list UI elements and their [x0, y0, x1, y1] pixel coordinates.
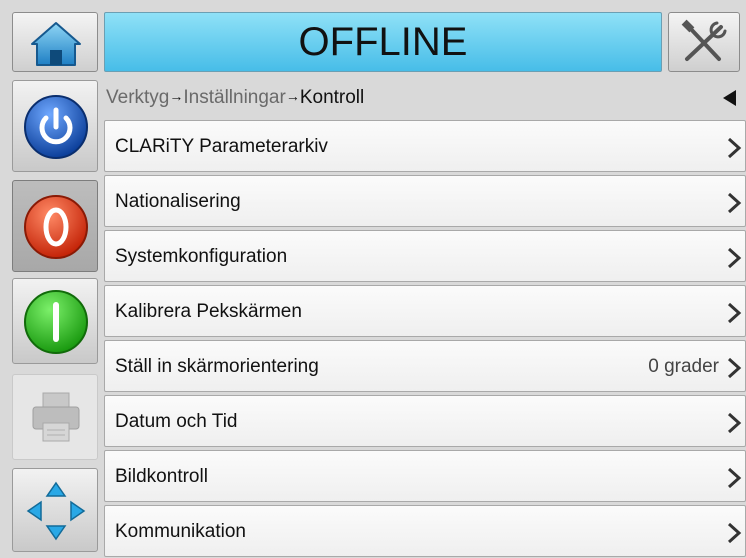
- status-display: OFFLINE: [104, 12, 662, 72]
- menu-item-clarity-parameterarkiv[interactable]: CLARiTY Parameterarkiv: [104, 120, 746, 172]
- breadcrumb: Verktyg→Inställningar→Kontroll: [102, 76, 746, 120]
- menu-item-nationalisering[interactable]: Nationalisering: [104, 175, 746, 227]
- start-icon: [24, 290, 88, 354]
- menu-item-datum-och-tid[interactable]: Datum och Tid: [104, 395, 746, 447]
- menu-item-label: CLARiTY Parameterarkiv: [115, 136, 328, 157]
- menu-item-label: Systemkonfiguration: [115, 246, 288, 267]
- menu-item-kalibrera-pekskarmen[interactable]: Kalibrera Pekskärmen: [104, 285, 746, 337]
- navigation-arrows-icon: [26, 481, 86, 541]
- chevron-right-icon: [727, 302, 742, 324]
- menu-item-systemkonfiguration[interactable]: Systemkonfiguration: [104, 230, 746, 282]
- breadcrumb-item-kontroll: Kontroll: [299, 87, 365, 108]
- back-triangle-icon[interactable]: [720, 88, 740, 108]
- tools-icon: [681, 19, 727, 61]
- menu-item-label: Datum och Tid: [115, 411, 238, 432]
- tools-button[interactable]: [668, 12, 740, 72]
- menu-item-label: Ställ in skärmorientering: [115, 356, 319, 377]
- chevron-right-icon: [727, 522, 742, 544]
- breadcrumb-separator: →: [169, 88, 184, 104]
- printer-icon: [32, 392, 80, 442]
- print-button: [12, 374, 98, 460]
- start-button[interactable]: [12, 278, 98, 364]
- chevron-right-icon: [727, 192, 742, 214]
- menu-item-skarmorientering[interactable]: Ställ in skärmorientering 0 grader: [104, 340, 746, 392]
- breadcrumb-separator: →: [285, 88, 300, 104]
- status-text: OFFLINE: [298, 20, 468, 64]
- chevron-right-icon: [727, 412, 742, 434]
- menu-item-label: Nationalisering: [115, 191, 241, 212]
- chevron-right-icon: [727, 467, 742, 489]
- chevron-right-icon: [727, 357, 742, 379]
- chevron-right-icon: [727, 247, 742, 269]
- menu-item-value: 0 grader: [648, 356, 719, 377]
- home-button[interactable]: [12, 12, 98, 72]
- navigate-button[interactable]: [12, 468, 98, 552]
- menu-item-kommunikation[interactable]: Kommunikation: [104, 505, 746, 557]
- menu-item-label: Kalibrera Pekskärmen: [115, 301, 302, 322]
- breadcrumb-item-verktyg[interactable]: Verktyg: [106, 87, 169, 108]
- stop-button[interactable]: [12, 180, 98, 272]
- breadcrumb-item-installningar[interactable]: Inställningar: [183, 87, 285, 108]
- power-button[interactable]: [12, 80, 98, 172]
- menu-item-bildkontroll[interactable]: Bildkontroll: [104, 450, 746, 502]
- stop-icon: [24, 195, 88, 259]
- chevron-right-icon: [727, 137, 742, 159]
- menu-item-label: Kommunikation: [115, 521, 246, 542]
- menu-item-label: Bildkontroll: [115, 466, 208, 487]
- home-icon: [31, 22, 81, 66]
- power-icon: [24, 95, 88, 159]
